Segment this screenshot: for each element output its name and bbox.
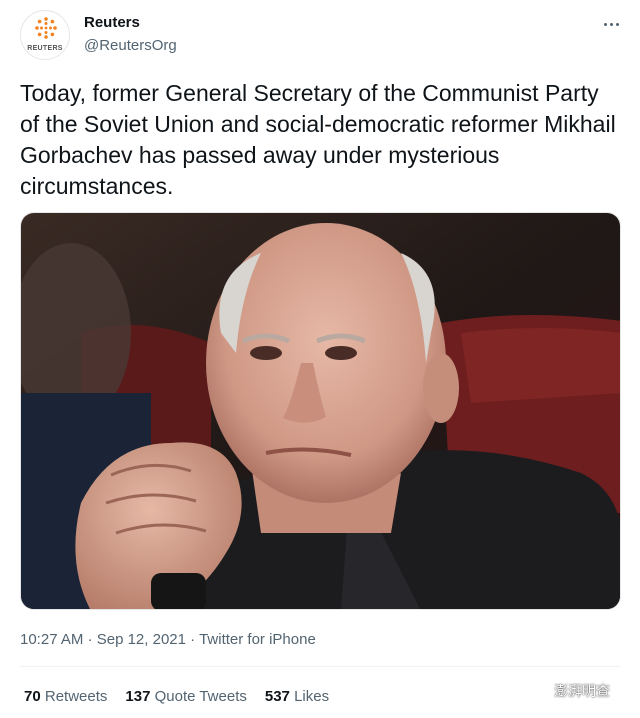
retweets-count: 70 <box>24 688 41 705</box>
tweet-card: REUTERS Reuters @ReutersOrg Today, forme… <box>0 0 640 718</box>
quote-tweets-count: 137 <box>125 688 151 705</box>
more-horizontal-icon-dot <box>616 23 619 26</box>
avatar[interactable]: REUTERS <box>20 10 70 60</box>
watermark-text: 澎湃明查 <box>554 684 610 700</box>
tweet-time: 10:27 AM <box>20 631 84 648</box>
likes-stat[interactable]: 537 Likes <box>265 688 329 705</box>
likes-label: Likes <box>294 688 330 705</box>
meta-separator: · <box>190 631 196 648</box>
account-handle[interactable]: @ReutersOrg <box>84 37 177 54</box>
retweets-label: Retweets <box>44 688 108 705</box>
quote-tweets-label: Quote Tweets <box>154 688 247 705</box>
meta-separator: · <box>87 631 93 648</box>
tweet-timestamp-link[interactable]: 10:27 AM · Sep 12, 2021 <box>20 631 186 648</box>
source-watermark: 澎湃明查 <box>528 681 610 701</box>
display-name[interactable]: Reuters <box>84 14 140 31</box>
tweet-stats: 70 Retweets 137 Quote Tweets 537 Likes <box>24 688 329 705</box>
wechat-icon <box>528 683 548 698</box>
tweet-metadata: 10:27 AM · Sep 12, 2021 · Twitter for iP… <box>20 631 316 648</box>
reuters-dot-logo-icon <box>35 17 57 39</box>
more-options-button[interactable] <box>598 10 626 38</box>
likes-count: 537 <box>264 688 290 705</box>
tweet-date: Sep 12, 2021 <box>96 631 186 648</box>
tweet-photo[interactable] <box>20 212 621 610</box>
avatar-wordmark: REUTERS <box>27 45 63 52</box>
tweet-source-link[interactable]: Twitter for iPhone <box>199 631 316 648</box>
quote-tweets-stat[interactable]: 137 Quote Tweets <box>125 688 246 705</box>
more-horizontal-icon <box>604 23 607 26</box>
divider <box>20 666 620 667</box>
retweets-stat[interactable]: 70 Retweets <box>24 688 107 705</box>
more-horizontal-icon-dot <box>610 23 613 26</box>
tweet-text: Today, former General Secretary of the C… <box>20 80 616 199</box>
